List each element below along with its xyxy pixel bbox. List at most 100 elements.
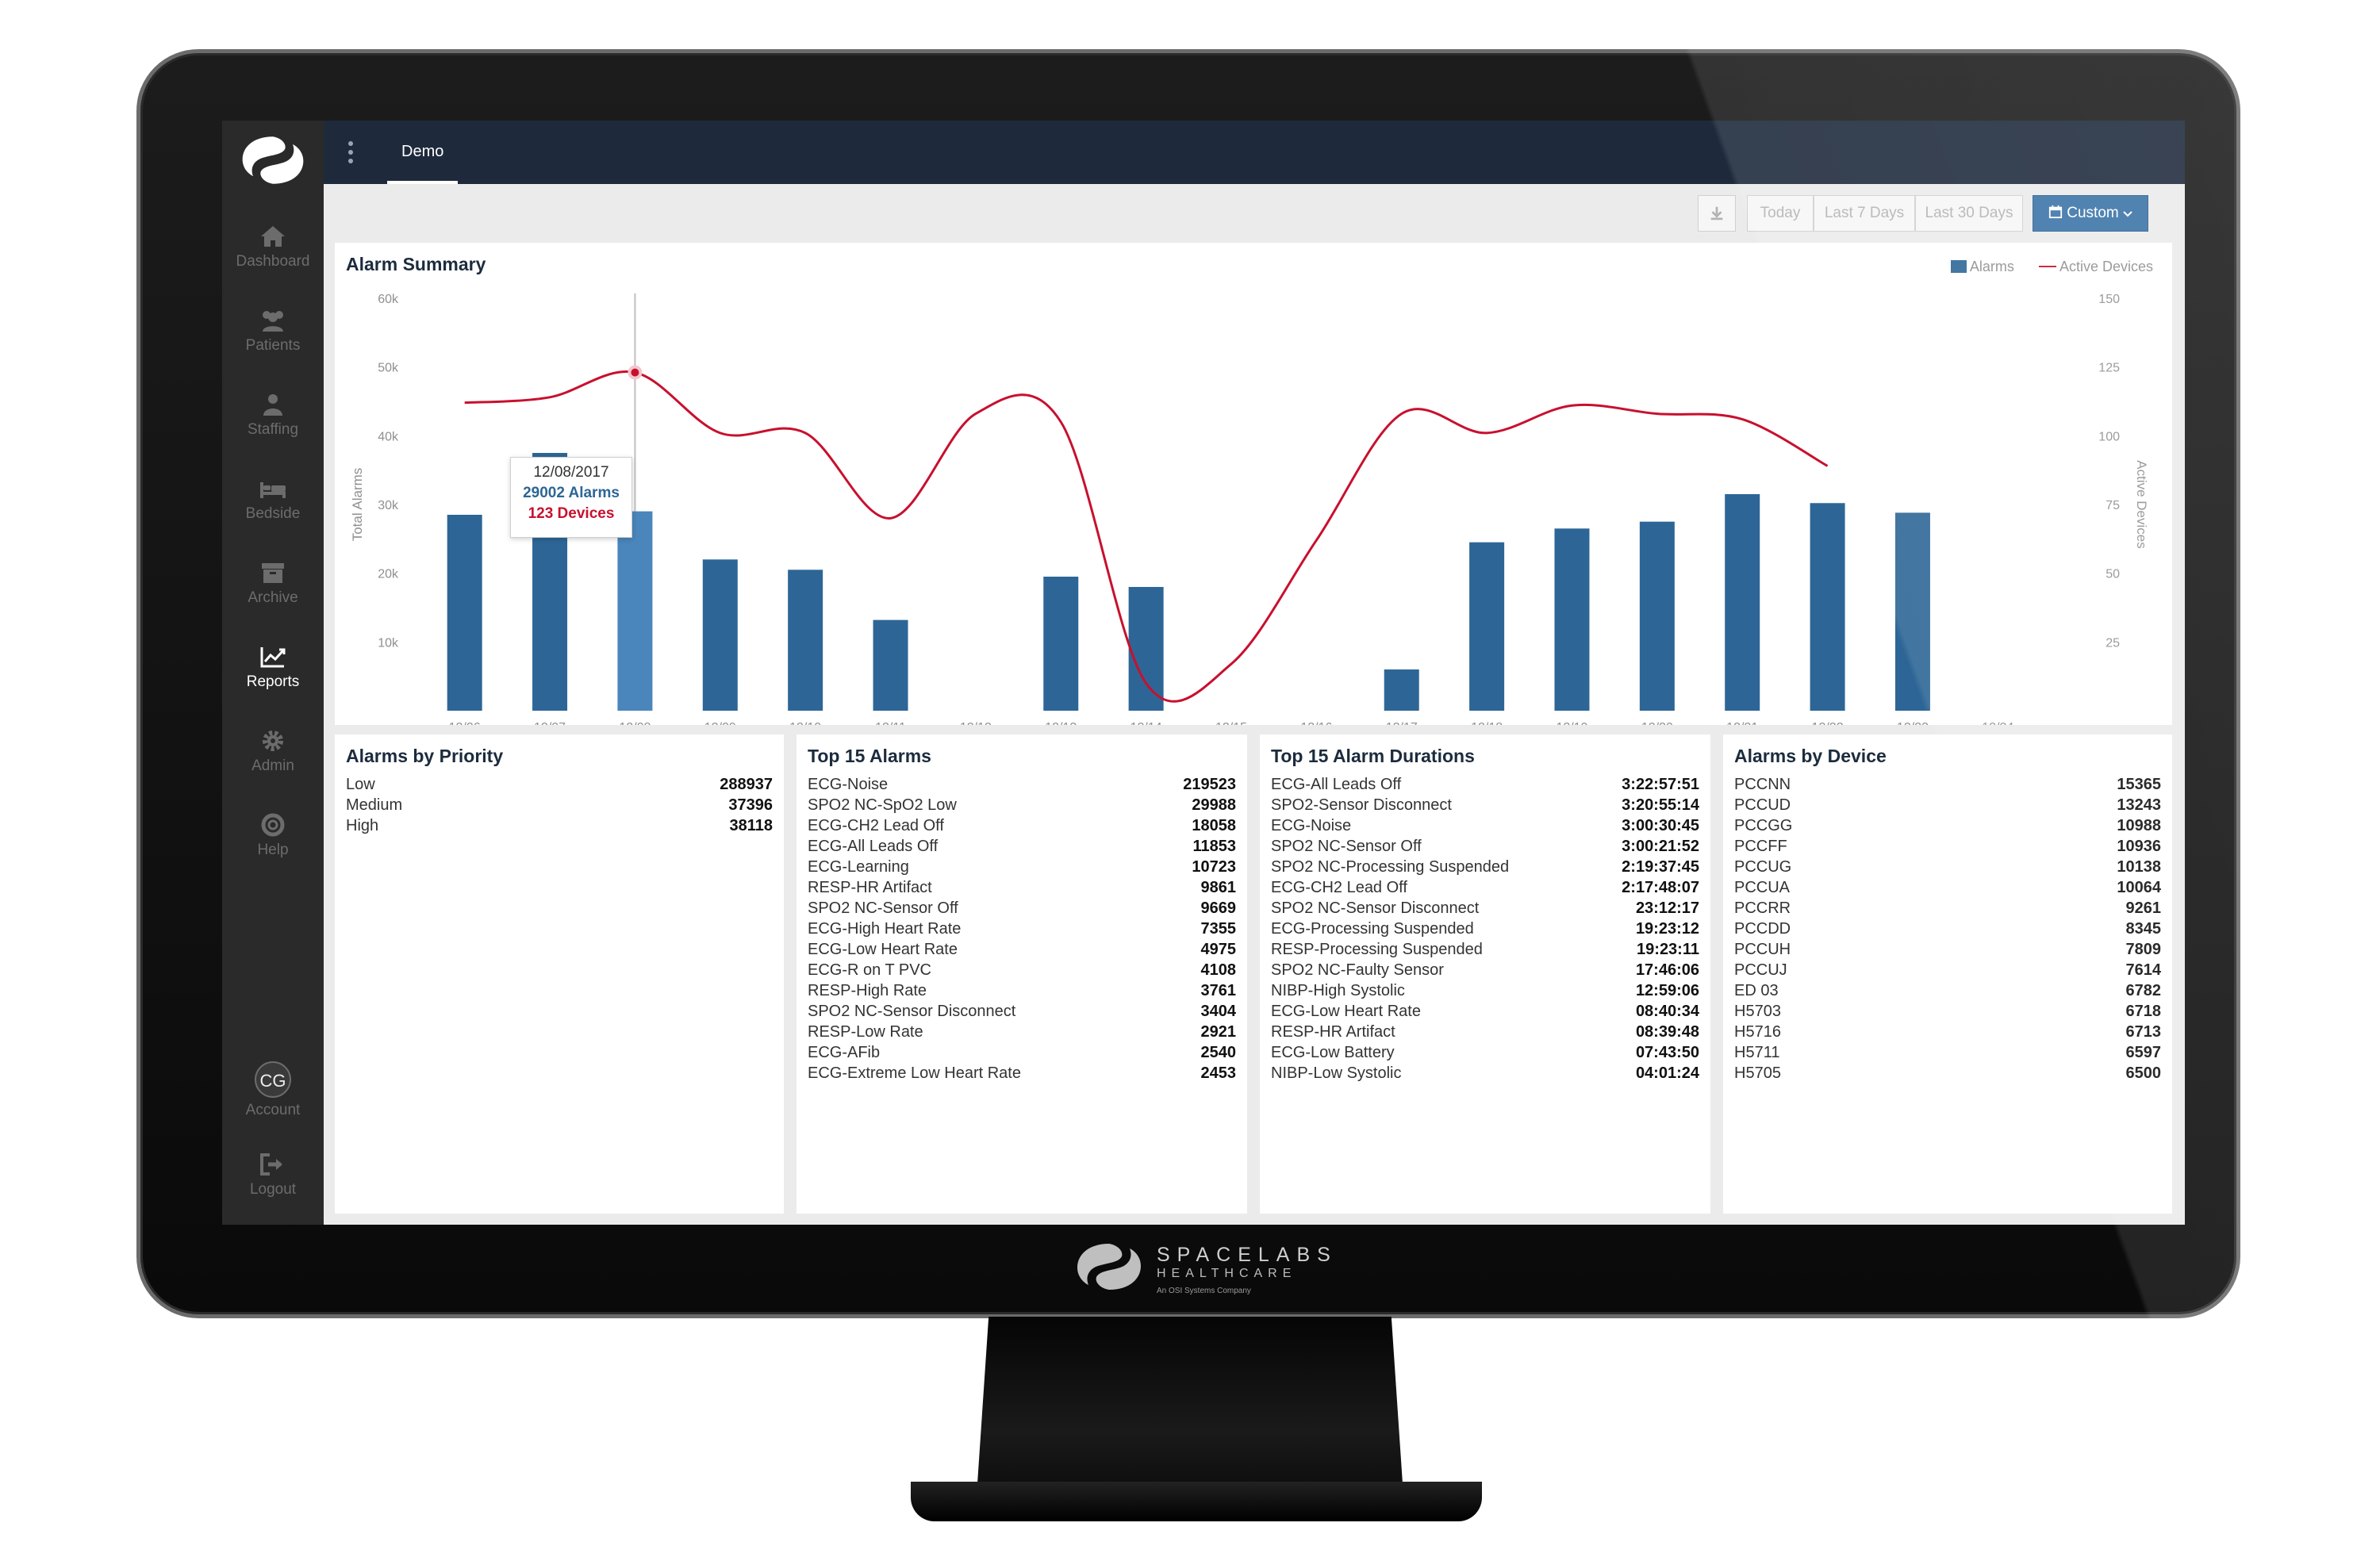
highlight-point xyxy=(631,368,639,377)
row-label: PCCGG xyxy=(1734,817,1793,834)
list-row: H5703 6718 xyxy=(1734,1003,2161,1023)
last-7-days-button[interactable]: Last 7 Days xyxy=(1814,195,1915,232)
row-value: 6782 xyxy=(2125,982,2162,999)
sidebar-item-label: Archive xyxy=(248,589,298,606)
row-label: RESP-HR Artifact xyxy=(1271,1023,1395,1041)
row-value: 2453 xyxy=(1200,1064,1237,1082)
sidebar-item-staffing[interactable]: Staffing xyxy=(222,392,324,463)
alarm-bar xyxy=(788,570,823,711)
list-row: ECG-Learning 10723 xyxy=(808,858,1236,879)
sidebar-item-admin[interactable]: Admin xyxy=(222,728,324,800)
app-logo-icon[interactable] xyxy=(236,132,309,189)
row-label: PCCFF xyxy=(1734,838,1787,855)
bed-icon xyxy=(260,482,286,498)
list-row: Low 288937 xyxy=(346,776,773,796)
sidebar-item-label: Logout xyxy=(249,1181,297,1198)
last-30-days-button[interactable]: Last 30 Days xyxy=(1915,195,2023,232)
row-value: 29988 xyxy=(1192,796,1236,814)
row-label: SPO2 NC-Sensor Disconnect xyxy=(808,1003,1016,1020)
sidebar-item-account[interactable]: CG Account xyxy=(222,1061,324,1133)
list-row: PCCFF 10936 xyxy=(1734,838,2161,858)
row-value: 12:59:06 xyxy=(1635,982,1699,999)
x-tick-label: 12/19 xyxy=(1556,721,1587,725)
row-label: SPO2 NC-Sensor Off xyxy=(808,899,958,917)
alarm-bar xyxy=(1554,528,1590,711)
y-tick-right: 75 xyxy=(2106,499,2120,512)
row-label: PCCUG xyxy=(1734,858,1792,876)
list-row: ECG-R on T PVC 4108 xyxy=(808,961,1236,982)
row-value: 38118 xyxy=(729,817,773,834)
alarm-bar xyxy=(1639,521,1675,711)
download-button[interactable] xyxy=(1698,195,1736,232)
row-label: SPO2 NC-SpO2 Low xyxy=(808,796,957,814)
row-value: 10988 xyxy=(2117,817,2161,834)
row-value: 4108 xyxy=(1200,961,1237,979)
today-button[interactable]: Today xyxy=(1747,195,1814,232)
alarms-by-device-title: Alarms by Device xyxy=(1734,746,1887,766)
brand-name: SPACELABS xyxy=(1157,1244,1338,1266)
list-row: SPO2 NC-Sensor Disconnect 23:12:17 xyxy=(1271,899,1699,920)
sidebar-item-dashboard[interactable]: Dashboard xyxy=(222,224,324,295)
sidebar-item-reports[interactable]: Reports xyxy=(222,644,324,715)
list-row: RESP-Processing Suspended 19:23:11 xyxy=(1271,941,1699,961)
top-15-durations-panel: Top 15 Alarm Durations ECG-All Leads Off… xyxy=(1260,734,1710,1214)
top-15-alarms-title: Top 15 Alarms xyxy=(808,746,931,766)
date-range-toolbar: Today Last 7 Days Last 30 Days Custom xyxy=(324,184,2185,243)
row-value: 288937 xyxy=(720,776,773,793)
sidebar-item-help[interactable]: Help xyxy=(222,812,324,884)
list-row: ECG-High Heart Rate 7355 xyxy=(808,920,1236,941)
row-value: 07:43:50 xyxy=(1635,1044,1699,1061)
row-label: ECG-CH2 Lead Off xyxy=(808,817,944,834)
sidebar-item-label: Reports xyxy=(246,673,300,690)
tab-demo[interactable]: Demo xyxy=(387,121,459,184)
sidebar-item-patients[interactable]: Patients xyxy=(222,308,324,379)
vertical-dots-menu-icon[interactable] xyxy=(346,140,355,165)
row-value: 3:22:57:51 xyxy=(1622,776,1699,793)
sidebar-item-bedside[interactable]: Bedside xyxy=(222,476,324,547)
list-row: H5711 6597 xyxy=(1734,1044,2161,1064)
x-tick-label: 12/11 xyxy=(875,721,906,725)
row-value: 3:00:21:52 xyxy=(1622,838,1699,855)
list-row: SPO2 NC-Sensor Disconnect 3404 xyxy=(808,1003,1236,1023)
alarms-by-priority-title: Alarms by Priority xyxy=(346,746,504,766)
row-value: 15365 xyxy=(2117,776,2161,793)
row-value: 8345 xyxy=(2125,920,2162,938)
list-row: RESP-Low Rate 2921 xyxy=(808,1023,1236,1044)
row-value: 4975 xyxy=(1200,941,1237,958)
y-tick-left: 40k xyxy=(378,430,399,443)
list-row: NIBP-Low Systolic 04:01:24 xyxy=(1271,1064,1699,1085)
custom-range-button[interactable]: Custom xyxy=(2033,195,2148,232)
sidebar-item-archive[interactable]: Archive xyxy=(222,560,324,631)
logout-icon xyxy=(260,1153,282,1176)
alarm-bar xyxy=(1043,577,1079,711)
row-label: ECG-Learning xyxy=(808,858,909,876)
calendar-icon xyxy=(2048,205,2063,219)
row-label: ECG-AFib xyxy=(808,1044,881,1061)
row-value: 10064 xyxy=(2117,879,2161,896)
y-axis-label-right: Active Devices xyxy=(2134,460,2149,548)
list-row: ECG-Processing Suspended 19:23:12 xyxy=(1271,920,1699,941)
row-value: 2540 xyxy=(1200,1044,1237,1061)
list-row: PCCUG 10138 xyxy=(1734,858,2161,879)
list-row: RESP-HR Artifact 08:39:48 xyxy=(1271,1023,1699,1044)
sidebar-item-logout[interactable]: Logout xyxy=(222,1152,324,1223)
row-value: 11853 xyxy=(1192,838,1236,855)
x-tick-label: 12/10 xyxy=(789,721,821,725)
list-row: H5705 6500 xyxy=(1734,1064,2161,1085)
bezel-brand: SPACELABS HEALTHCARE An OSI Systems Comp… xyxy=(1071,1239,1357,1295)
tooltip-devices: 123 Devices xyxy=(528,505,615,522)
alarm-bar xyxy=(1384,669,1419,711)
list-row: H5716 6713 xyxy=(1734,1023,2161,1044)
x-tick-label: 12/09 xyxy=(704,721,736,725)
spacelabs-logo-icon xyxy=(1077,1244,1141,1290)
sidebar-item-label: Admin xyxy=(251,757,294,774)
row-label: Medium xyxy=(346,796,403,814)
alarm-bar xyxy=(873,619,908,711)
x-tick-label: 12/08 xyxy=(619,721,651,725)
row-label: H5716 xyxy=(1734,1023,1781,1041)
monitor-stand xyxy=(976,1317,1404,1507)
row-value: 9861 xyxy=(1200,879,1237,896)
list-row: SPO2 NC-SpO2 Low 29988 xyxy=(808,796,1236,817)
row-label: PCCUJ xyxy=(1734,961,1787,979)
list-row: SPO2 NC-Sensor Off 3:00:21:52 xyxy=(1271,838,1699,858)
